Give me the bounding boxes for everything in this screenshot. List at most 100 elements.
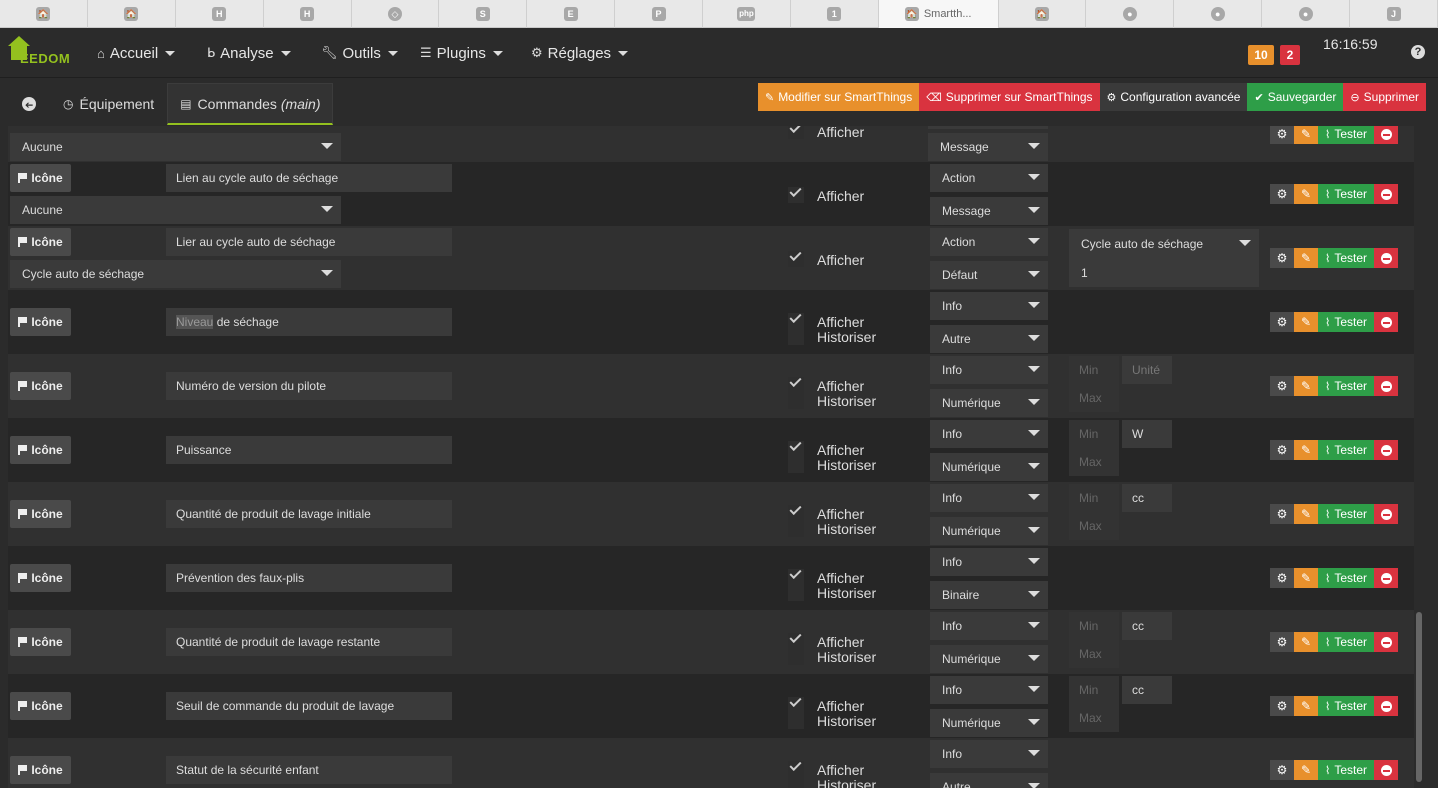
tester-button[interactable]: ⌇ Tester: [1318, 376, 1374, 396]
max-input[interactable]: Max: [1069, 640, 1119, 668]
subtype-select[interactable]: Autre: [930, 325, 1048, 353]
menu-plugins[interactable]: ☰ Plugins: [420, 28, 503, 78]
command-name-input[interactable]: Lien au cycle auto de séchage: [166, 164, 452, 192]
afficher-checkbox[interactable]: [788, 758, 804, 777]
historiser-checkbox[interactable]: [788, 713, 804, 729]
type-select[interactable]: Action: [930, 164, 1048, 192]
wrench-button[interactable]: ✎: [1294, 568, 1318, 588]
subtype-select[interactable]: Défaut: [930, 261, 1048, 289]
browser-tab[interactable]: 🏠: [0, 0, 88, 28]
remove-command-button[interactable]: [1374, 248, 1398, 268]
subtype-select[interactable]: Binaire: [930, 581, 1048, 609]
cogs-button[interactable]: ⚙: [1270, 696, 1294, 716]
wrench-button[interactable]: ✎: [1294, 248, 1318, 268]
subtype-select[interactable]: Numérique: [930, 709, 1048, 737]
browser-tab[interactable]: ●: [1086, 0, 1175, 28]
max-input[interactable]: Max: [1069, 448, 1119, 476]
browser-tab[interactable]: S: [439, 0, 528, 28]
max-input[interactable]: Max: [1069, 384, 1119, 412]
cogs-button[interactable]: ⚙: [1270, 248, 1294, 268]
type-select[interactable]: Info: [930, 292, 1048, 320]
tester-button[interactable]: ⌇ Tester: [1318, 696, 1374, 716]
browser-tab[interactable]: E: [527, 0, 616, 28]
wrench-button[interactable]: ✎: [1294, 760, 1318, 780]
cycle-value-input[interactable]: 1: [1069, 259, 1259, 287]
browser-tab[interactable]: 1: [791, 0, 879, 28]
subtype-select[interactable]: Numérique: [930, 517, 1048, 545]
historiser-checkbox[interactable]: [788, 649, 804, 665]
browser-tab[interactable]: 🏠 Smartth...: [878, 0, 999, 28]
wrench-button[interactable]: ✎: [1294, 312, 1318, 332]
afficher-checkbox[interactable]: [788, 502, 804, 521]
icone-button[interactable]: Icône: [10, 372, 71, 400]
delete-smartthings-button[interactable]: ⌫ Supprimer sur SmartThings: [919, 83, 1100, 111]
remove-command-button[interactable]: [1374, 126, 1398, 144]
browser-tab[interactable]: ●: [1174, 0, 1263, 28]
menu-accueil[interactable]: ⌂ Accueil: [97, 28, 176, 78]
command-name-input[interactable]: Niveau de séchage: [166, 308, 452, 336]
type-select[interactable]: Info: [930, 356, 1048, 384]
modify-smartthings-button[interactable]: ✎ Modifier sur SmartThings: [757, 83, 920, 111]
cogs-button[interactable]: ⚙: [1270, 126, 1294, 144]
remove-command-button[interactable]: [1374, 568, 1398, 588]
afficher-checkbox[interactable]: [788, 184, 804, 203]
value-select[interactable]: Cycle auto de séchage: [10, 260, 341, 288]
tab-commandes[interactable]: ▤ Commandes (main): [167, 83, 334, 125]
type-select[interactable]: Info: [930, 740, 1048, 768]
command-name-input[interactable]: Quantité de produit de lavage restante: [166, 628, 452, 656]
command-name-input[interactable]: Prévention des faux-plis: [166, 564, 452, 592]
icone-button[interactable]: Icône: [10, 228, 71, 256]
icone-button[interactable]: Icône: [10, 628, 71, 656]
unit-input[interactable]: Unité: [1122, 356, 1172, 384]
remove-command-button[interactable]: [1374, 632, 1398, 652]
historiser-checkbox[interactable]: [788, 777, 804, 788]
remove-command-button[interactable]: [1374, 184, 1398, 204]
wrench-button[interactable]: ✎: [1294, 696, 1318, 716]
cogs-button[interactable]: ⚙: [1270, 312, 1294, 332]
subtype-select[interactable]: Message: [928, 133, 1048, 161]
scrollbar[interactable]: [1414, 126, 1424, 788]
wrench-button[interactable]: ✎: [1294, 504, 1318, 524]
cogs-button[interactable]: ⚙: [1270, 440, 1294, 460]
max-input[interactable]: Max: [1069, 704, 1119, 732]
browser-tab[interactable]: H: [176, 0, 264, 28]
min-input[interactable]: Min: [1069, 484, 1119, 512]
subtype-select[interactable]: Numérique: [930, 453, 1048, 481]
historiser-checkbox[interactable]: [788, 521, 804, 537]
cogs-button[interactable]: ⚙: [1270, 376, 1294, 396]
afficher-checkbox[interactable]: [788, 374, 804, 393]
afficher-checkbox[interactable]: [788, 126, 804, 139]
danger-badge[interactable]: 2: [1280, 45, 1300, 65]
min-input[interactable]: Min: [1069, 356, 1119, 384]
menu-analyse[interactable]: ᖯ Analyse: [207, 28, 291, 78]
unit-input[interactable]: cc: [1122, 676, 1172, 704]
afficher-checkbox[interactable]: [788, 694, 804, 713]
min-input[interactable]: Min: [1069, 676, 1119, 704]
subtype-select[interactable]: Numérique: [930, 389, 1048, 417]
remove-command-button[interactable]: [1374, 312, 1398, 332]
delete-button[interactable]: ⊖ Supprimer: [1343, 83, 1426, 111]
tester-button[interactable]: ⌇ Tester: [1318, 760, 1374, 780]
browser-tab[interactable]: P: [615, 0, 703, 28]
command-name-input[interactable]: Quantité de produit de lavage initiale: [166, 500, 452, 528]
historiser-checkbox[interactable]: [788, 585, 804, 601]
afficher-checkbox[interactable]: [788, 438, 804, 457]
command-name-input[interactable]: Puissance: [166, 436, 452, 464]
remove-command-button[interactable]: [1374, 696, 1398, 716]
browser-tab[interactable]: 🏠: [999, 0, 1087, 28]
type-select[interactable]: Info: [930, 420, 1048, 448]
back-button[interactable]: ➔: [8, 83, 50, 125]
unit-input[interactable]: W: [1122, 420, 1172, 448]
command-name-input[interactable]: Statut de la sécurité enfant: [166, 756, 452, 784]
unit-input[interactable]: cc: [1122, 612, 1172, 640]
tester-button[interactable]: ⌇ Tester: [1318, 440, 1374, 460]
menu-outils[interactable]: 🔧︎ Outils: [321, 28, 398, 78]
type-select[interactable]: Info: [930, 612, 1048, 640]
wrench-button[interactable]: ✎: [1294, 184, 1318, 204]
tester-button[interactable]: ⌇ Tester: [1318, 312, 1374, 332]
browser-tab[interactable]: ◇: [352, 0, 440, 28]
command-name-input[interactable]: Lier au cycle auto de séchage: [166, 228, 452, 256]
historiser-checkbox[interactable]: [788, 457, 804, 473]
remove-command-button[interactable]: [1374, 760, 1398, 780]
icone-button[interactable]: Icône: [10, 308, 71, 336]
